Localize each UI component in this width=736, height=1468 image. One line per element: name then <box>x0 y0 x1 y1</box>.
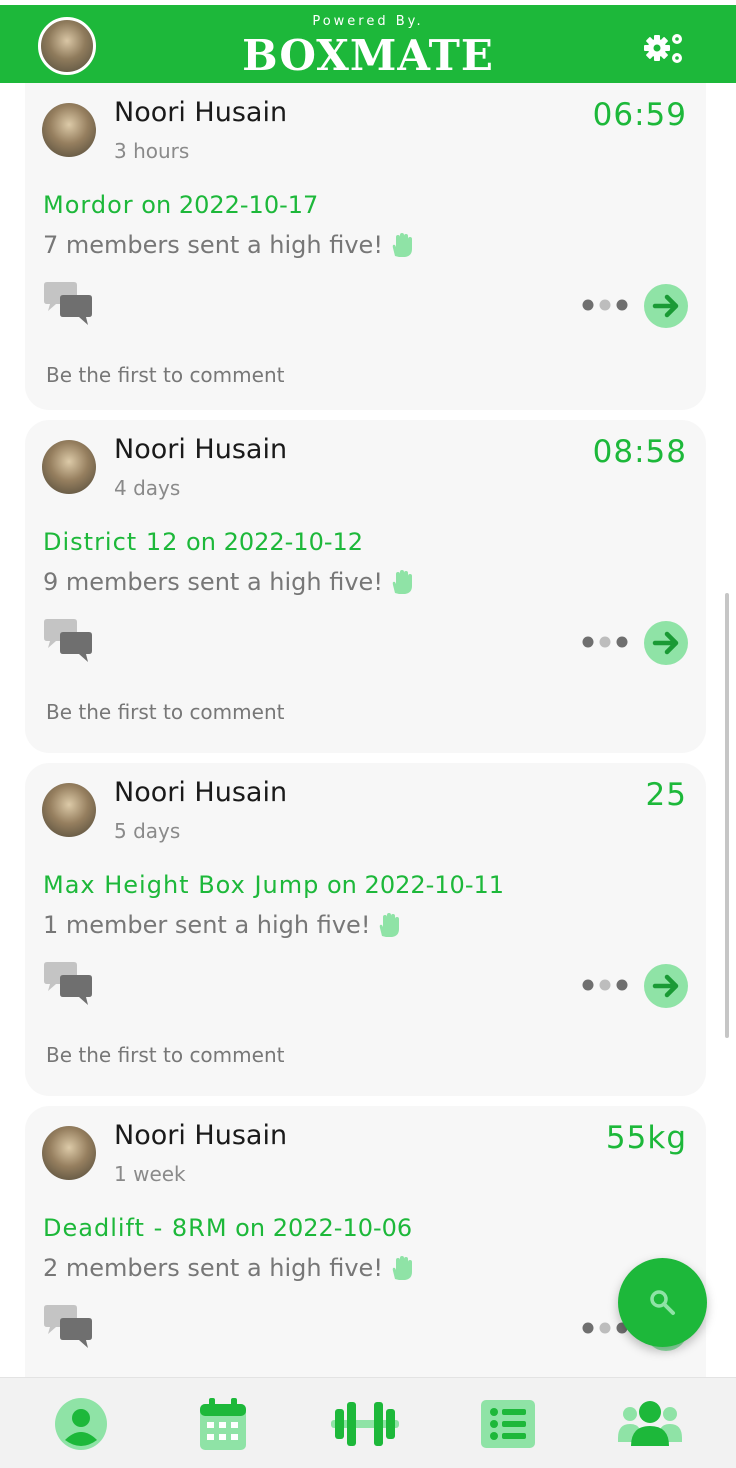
member-name[interactable]: Noori Husain <box>114 434 287 465</box>
nav-members[interactable] <box>600 1378 700 1468</box>
workout-line[interactable]: Mordor on 2022-10-17 <box>43 191 318 219</box>
comment-prompt[interactable]: Be the first to comment <box>46 1043 284 1067</box>
more-options-icon[interactable] <box>582 299 628 311</box>
feed-scrollbar[interactable] <box>725 593 729 1038</box>
score-value: 06:59 <box>592 97 687 133</box>
workout-date: 2022-10-17 <box>178 191 319 219</box>
on-label: on <box>235 1214 266 1242</box>
high-five-line[interactable]: 7 members sent a high five! <box>43 231 413 259</box>
nav-profile[interactable] <box>31 1378 131 1468</box>
workout-line[interactable]: Deadlift - 8RM on 2022-10-06 <box>43 1214 412 1242</box>
workout-date: 2022-10-12 <box>223 528 364 556</box>
workout-date: 2022-10-06 <box>272 1214 413 1242</box>
high-five-text: 1 member sent a high five! <box>43 911 371 939</box>
bottom-navigation <box>0 1377 736 1468</box>
activity-feed[interactable]: Noori Husain 3 hours 06:59 Mordor on 202… <box>0 83 736 1377</box>
workout-name[interactable]: Deadlift - 8RM <box>43 1214 228 1242</box>
comments-icon[interactable] <box>42 1304 94 1350</box>
member-name[interactable]: Noori Husain <box>114 97 287 128</box>
member-avatar[interactable] <box>42 103 96 157</box>
more-options-icon[interactable] <box>582 979 628 991</box>
workout-name[interactable]: Max Height Box Jump <box>43 871 319 899</box>
arrow-right-icon <box>652 631 679 655</box>
arrow-right-icon <box>652 294 679 318</box>
post-time: 5 days <box>114 819 181 843</box>
open-detail-button[interactable] <box>644 284 688 328</box>
open-detail-button[interactable] <box>644 964 688 1008</box>
hand-icon <box>392 1256 412 1280</box>
score-value: 08:58 <box>592 434 687 470</box>
score-value: 55kg <box>605 1120 687 1156</box>
app-header: Powered By. BOXMATE <box>0 0 736 83</box>
comments-icon[interactable] <box>42 618 94 664</box>
workout-date: 2022-10-11 <box>364 871 505 899</box>
member-avatar[interactable] <box>42 783 96 837</box>
member-name[interactable]: Noori Husain <box>114 1120 287 1151</box>
gears-icon[interactable] <box>640 27 688 67</box>
workout-name[interactable]: District 12 <box>43 528 178 556</box>
on-label: on <box>186 528 216 556</box>
nav-calendar[interactable] <box>173 1378 273 1468</box>
high-five-text: 2 members sent a high five! <box>43 1254 383 1282</box>
dumbbell-icon <box>331 1401 399 1446</box>
brand-logo: BOXMATE <box>242 31 494 80</box>
member-avatar[interactable] <box>42 440 96 494</box>
search-fab-button[interactable] <box>618 1258 707 1347</box>
on-label: on <box>327 871 357 899</box>
post-time: 3 hours <box>114 139 190 163</box>
high-five-text: 7 members sent a high five! <box>43 231 383 259</box>
high-five-line[interactable]: 9 members sent a high five! <box>43 568 413 596</box>
post-time: 4 days <box>114 476 181 500</box>
powered-by-label: Powered By. <box>312 14 424 29</box>
workout-name[interactable]: Mordor <box>43 191 134 219</box>
comments-icon[interactable] <box>42 281 94 327</box>
hand-icon <box>380 913 400 937</box>
workout-line[interactable]: District 12 on 2022-10-12 <box>43 528 363 556</box>
calendar-icon <box>200 1397 246 1450</box>
more-options-icon[interactable] <box>582 1322 628 1334</box>
group-icon <box>618 1400 682 1446</box>
feed-card[interactable]: Noori Husain 4 days 08:58 District 12 on… <box>25 420 706 753</box>
post-time: 1 week <box>114 1162 186 1186</box>
profile-icon <box>55 1397 107 1450</box>
score-value: 25 <box>645 777 687 813</box>
member-avatar[interactable] <box>42 1126 96 1180</box>
high-five-text: 9 members sent a high five! <box>43 568 383 596</box>
high-five-line[interactable]: 1 member sent a high five! <box>43 911 400 939</box>
arrow-right-icon <box>652 974 679 998</box>
hand-icon <box>392 570 412 594</box>
comment-prompt[interactable]: Be the first to comment <box>46 700 284 724</box>
list-icon <box>481 1399 535 1448</box>
hand-icon <box>392 233 412 257</box>
nav-list[interactable] <box>458 1378 558 1468</box>
comment-prompt[interactable]: Be the first to comment <box>46 363 284 387</box>
open-detail-button[interactable] <box>644 621 688 665</box>
high-five-line[interactable]: 2 members sent a high five! <box>43 1254 413 1282</box>
more-options-icon[interactable] <box>582 636 628 648</box>
workout-line[interactable]: Max Height Box Jump on 2022-10-11 <box>43 871 504 899</box>
feed-card[interactable]: Noori Husain 5 days 25 Max Height Box Ju… <box>25 763 706 1096</box>
on-label: on <box>141 191 172 219</box>
feed-card[interactable]: Noori Husain 3 hours 06:59 Mordor on 202… <box>25 83 706 410</box>
search-icon <box>650 1290 675 1315</box>
nav-workouts[interactable] <box>315 1378 415 1468</box>
member-name[interactable]: Noori Husain <box>114 777 287 808</box>
feed-card[interactable]: Noori Husain 1 week 55kg Deadlift - 8RM … <box>25 1106 706 1377</box>
comments-icon[interactable] <box>42 961 94 1007</box>
